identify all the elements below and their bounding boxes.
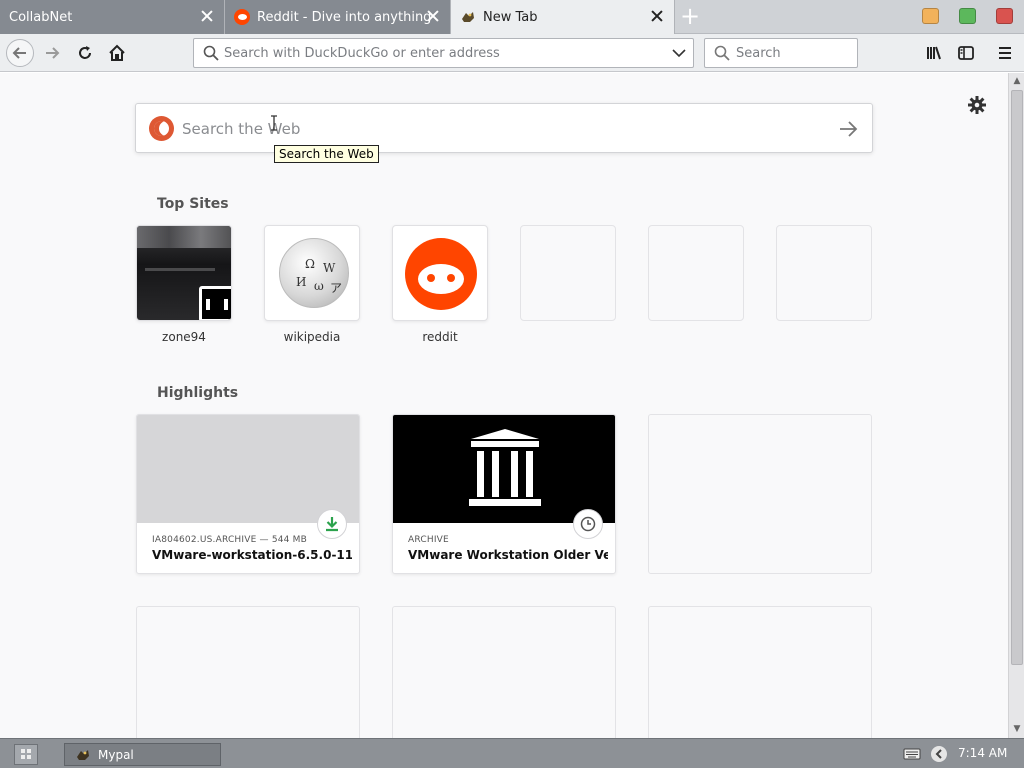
highlight-title: VMware Workstation Older Vers...: [408, 548, 608, 562]
scrollbar-thumb[interactable]: [1011, 90, 1023, 665]
download-icon: [317, 509, 347, 539]
top-sites-title: Top Sites: [157, 196, 229, 212]
close-icon[interactable]: [200, 9, 214, 23]
highlight-placeholder: [136, 606, 360, 738]
back-button[interactable]: [6, 39, 34, 67]
top-site-placeholder: [520, 225, 616, 321]
close-icon[interactable]: [426, 9, 440, 23]
top-site-placeholder: [776, 225, 872, 321]
reddit-logo-icon: [405, 238, 477, 310]
top-site-label: reddit: [422, 330, 458, 344]
tab-reddit[interactable]: Reddit - Dive into anything: [225, 0, 451, 34]
tab-collabnet[interactable]: CollabNet: [0, 0, 225, 34]
app-grid-icon: [21, 749, 31, 759]
tooltip: Search the Web: [274, 145, 379, 163]
close-icon[interactable]: [650, 9, 664, 23]
tab-new-tab[interactable]: New Tab: [451, 0, 675, 34]
start-menu-button[interactable]: [14, 744, 38, 765]
search-bar[interactable]: [704, 38, 858, 68]
settings-button[interactable]: [966, 94, 988, 116]
highlight-meta: ARCHIVE: [408, 535, 449, 545]
search-input[interactable]: [736, 43, 851, 63]
menu-button[interactable]: [991, 39, 1019, 67]
highlight-placeholder: [648, 414, 872, 574]
highlight-placeholder: [392, 606, 616, 738]
reload-button[interactable]: [71, 39, 99, 67]
tab-strip: CollabNet Reddit - Dive into anything Ne…: [0, 0, 1024, 34]
keyboard-icon[interactable]: [903, 747, 921, 761]
highlights-title: Highlights: [157, 385, 239, 401]
tab-label: CollabNet: [9, 9, 73, 25]
library-icon: [927, 46, 941, 60]
highlight-title: VMware-workstation-6.5.0-110...: [152, 548, 352, 562]
reddit-icon: [234, 9, 250, 25]
highlight-card[interactable]: IA804602.US.ARCHIVE — 544 MB VMware-work…: [136, 414, 360, 574]
clock: 7:14 AM: [958, 746, 1008, 760]
web-search-box[interactable]: [135, 103, 873, 153]
highlight-placeholder: [648, 606, 872, 738]
navigation-toolbar: [0, 34, 1024, 72]
address-bar[interactable]: [193, 38, 694, 68]
top-site-wikipedia[interactable]: Ω W И ω ア: [264, 225, 360, 321]
address-input[interactable]: [224, 43, 654, 63]
internet-archive-icon: [469, 429, 541, 506]
zone94-favicon-icon: [199, 286, 231, 320]
duckduckgo-logo-icon: [149, 116, 174, 141]
top-site-placeholder: [648, 225, 744, 321]
scroll-down-icon[interactable]: ▼: [1010, 722, 1024, 736]
arrow-left-icon: [12, 47, 26, 59]
mypal-icon: [460, 9, 476, 25]
home-icon: [109, 44, 125, 61]
search-icon: [203, 45, 219, 61]
highlight-card[interactable]: ARCHIVE VMware Workstation Older Vers...: [392, 414, 616, 574]
highlight-thumbnail: [393, 415, 615, 523]
highlight-meta: IA804602.US.ARCHIVE — 544 MB: [152, 535, 308, 545]
taskbar-item-mypal[interactable]: Mypal: [64, 743, 221, 766]
library-button[interactable]: [920, 39, 948, 67]
taskbar-item-label: Mypal: [98, 747, 134, 762]
hamburger-menu-icon: [999, 47, 1011, 59]
top-site-label: zone94: [162, 330, 206, 344]
arrow-right-icon: [46, 47, 60, 59]
reload-icon: [79, 46, 91, 59]
top-site-reddit[interactable]: [392, 225, 488, 321]
maximize-button[interactable]: [959, 8, 976, 24]
forward-button[interactable]: [38, 39, 66, 67]
wikipedia-globe-icon: Ω W И ω ア: [279, 238, 349, 308]
tab-label: Reddit - Dive into anything: [257, 9, 432, 25]
gear-icon: [968, 96, 986, 114]
new-tab-page: Search the Web Top Sites zone94 Ω W И ω …: [0, 73, 1008, 738]
sidebar-button[interactable]: [952, 39, 980, 67]
search-icon: [714, 45, 730, 61]
new-tab-button[interactable]: +: [678, 4, 702, 28]
scroll-up-icon[interactable]: ▲: [1010, 74, 1024, 88]
vertical-scrollbar[interactable]: ▲ ▼: [1008, 73, 1024, 738]
highlight-thumbnail: [137, 415, 359, 523]
top-site-zone94[interactable]: [136, 225, 232, 321]
minimize-button[interactable]: [922, 8, 939, 24]
mypal-icon: [75, 747, 91, 763]
web-search-input[interactable]: [182, 118, 822, 140]
clock-icon: [573, 509, 603, 539]
text-cursor-icon: [271, 115, 277, 131]
sidebar-icon: [958, 46, 974, 60]
close-window-button[interactable]: [996, 8, 1013, 24]
chevron-down-icon[interactable]: [672, 48, 686, 58]
tray-expand-icon[interactable]: [930, 745, 948, 763]
arrow-right-icon[interactable]: [837, 118, 859, 140]
top-site-label: wikipedia: [283, 330, 341, 344]
home-button[interactable]: [103, 39, 131, 67]
tab-label: New Tab: [483, 9, 538, 25]
taskbar: Mypal 7:14 AM: [0, 738, 1024, 768]
